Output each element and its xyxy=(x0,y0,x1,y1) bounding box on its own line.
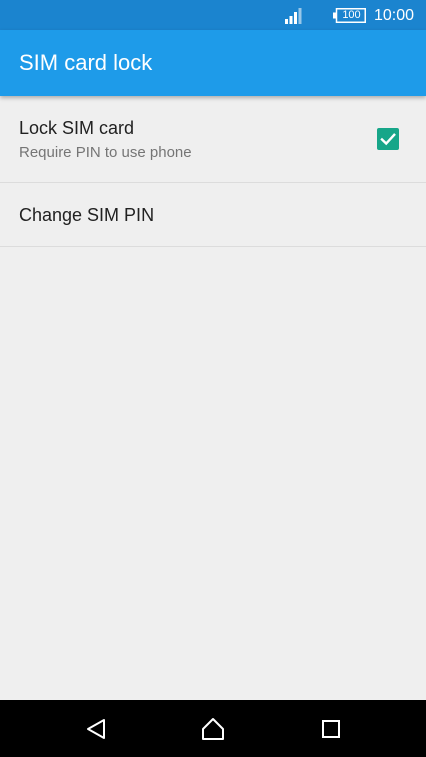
recents-icon xyxy=(322,720,340,738)
recents-button[interactable] xyxy=(301,700,361,757)
checkmark-icon xyxy=(380,133,396,146)
status-clock: 10:00 xyxy=(374,7,415,24)
back-icon xyxy=(87,719,105,739)
settings-list: Lock SIM card Require PIN to use phone C… xyxy=(0,96,426,247)
lock-sim-card-checkbox[interactable] xyxy=(377,128,399,150)
lock-sim-card-item[interactable]: Lock SIM card Require PIN to use phone xyxy=(0,96,426,183)
back-button[interactable] xyxy=(66,700,126,757)
change-sim-pin-item[interactable]: Change SIM PIN xyxy=(0,183,426,247)
status-bar: 100 10:00 xyxy=(0,0,426,30)
navigation-bar xyxy=(0,700,426,757)
change-sim-pin-title: Change SIM PIN xyxy=(19,205,155,225)
battery-level: 100 xyxy=(342,9,361,21)
signal-icon xyxy=(285,8,302,24)
lock-sim-card-summary: Require PIN to use phone xyxy=(19,144,192,161)
home-button[interactable] xyxy=(183,700,243,757)
page-title: SIM card lock xyxy=(19,50,153,75)
toolbar: SIM card lock xyxy=(0,30,426,96)
screen: 100 10:00 SIM card lock Lock SIM card Re… xyxy=(0,0,426,757)
lock-sim-card-title: Lock SIM card xyxy=(19,118,135,138)
home-icon xyxy=(202,718,224,740)
